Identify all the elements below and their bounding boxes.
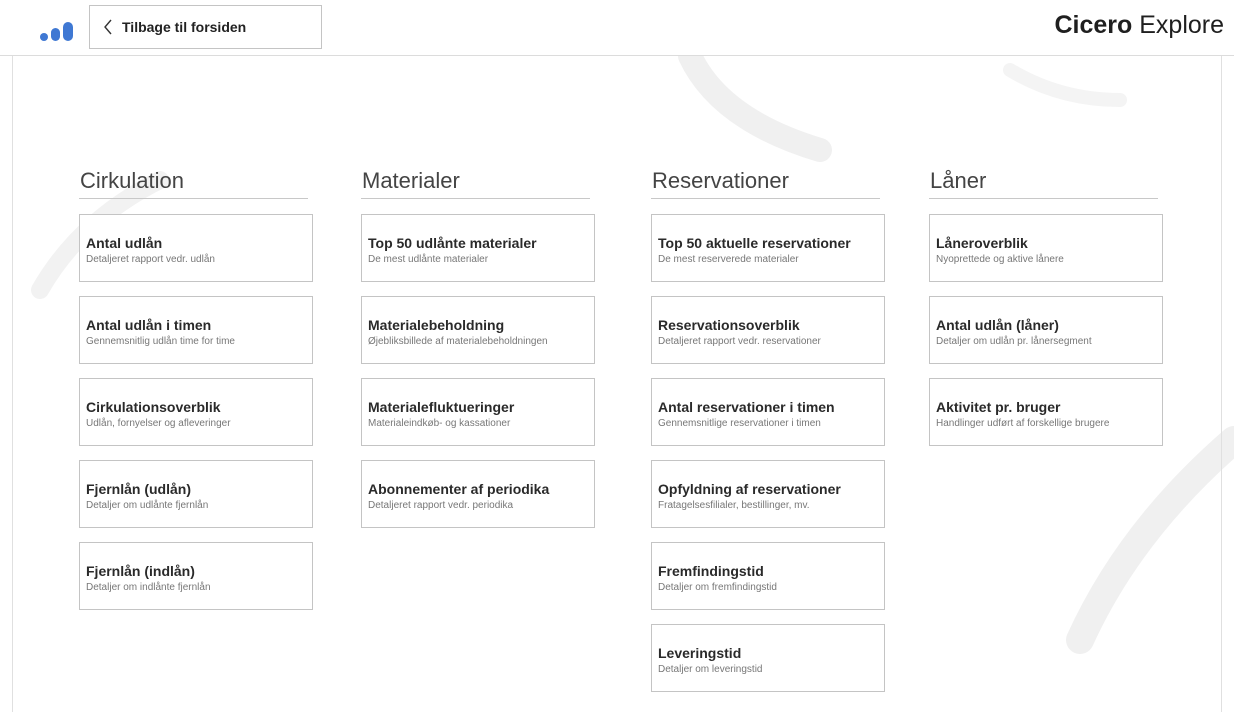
- report-card-title: Opfyldning af reservationer: [658, 481, 841, 497]
- report-card[interactable]: Cirkulationsoverblik Udlån, fornyelser og…: [79, 378, 313, 446]
- report-card[interactable]: Top 50 aktuelle reservationer De mest res…: [651, 214, 885, 282]
- report-card-description: Gennemsnitlige reservationer i timen: [658, 418, 821, 429]
- report-card-description: De mest reserverede materialer: [658, 254, 799, 265]
- report-menu: Cirkulation Antal udlån Detaljeret rappor…: [0, 0, 1234, 712]
- report-card[interactable]: Materialefluktueringer Materialeindkøb- o…: [361, 378, 595, 446]
- report-card[interactable]: Låneroverblik Nyoprettede og aktive låner…: [929, 214, 1163, 282]
- brand-logo: Cicero Explore: [1054, 11, 1224, 39]
- report-card-description: Handlinger udført af forskellige brugere: [936, 418, 1110, 429]
- report-card-description: Gennemsnitlig udlån time for time: [86, 336, 235, 347]
- report-card-title: Reservationsoverblik: [658, 317, 800, 333]
- chevron-left-icon: [94, 19, 122, 35]
- report-card[interactable]: Top 50 udlånte materialer De mest udlånte…: [361, 214, 595, 282]
- bar-chart-icon[interactable]: [40, 21, 74, 41]
- top-bar: Tilbage til forsiden Cicero Explore: [0, 0, 1234, 56]
- report-card-title: Antal reservationer i timen: [658, 399, 835, 415]
- report-card-title: Materialebeholdning: [368, 317, 505, 333]
- report-card[interactable]: Antal reservationer i timen Gennemsnitlig…: [651, 378, 885, 446]
- report-card[interactable]: Fjernlån (udlån) Detaljer om udlånte fjer…: [79, 460, 313, 528]
- back-to-home-button[interactable]: Tilbage til forsiden: [89, 5, 322, 49]
- report-card-description: Detaljeret rapport vedr. reservationer: [658, 336, 821, 347]
- report-card-title: Antal udlån i timen: [86, 317, 212, 333]
- back-button-label: Tilbage til forsiden: [122, 19, 247, 35]
- report-card[interactable]: Reservationsoverblik Detaljeret rapport v…: [651, 296, 885, 364]
- report-card-description: Detaljer om udlånte fjernlån: [86, 500, 209, 511]
- report-card[interactable]: Antal udlån (låner) Detaljer om udlån pr.…: [929, 296, 1163, 364]
- report-card-description: Øjebliksbillede af materialebeholdningen: [368, 336, 548, 347]
- report-card-title: Top 50 udlånte materialer: [368, 235, 537, 251]
- card-list: Top 50 aktuelle reservationer De mest res…: [651, 214, 885, 692]
- card-list: Top 50 udlånte materialer De mest udlånte…: [361, 214, 595, 528]
- report-card[interactable]: Opfyldning af reservationer Fratagelsesfi…: [651, 460, 885, 528]
- report-card-description: Detaljer om leveringstid: [658, 664, 763, 675]
- column-title: Låner: [929, 168, 1158, 199]
- report-card-description: Fratagelsesfilialer, bestillinger, mv.: [658, 500, 810, 511]
- report-card-title: Fjernlån (udlån): [86, 481, 191, 497]
- report-card[interactable]: Materialebeholdning Øjebliksbillede af ma…: [361, 296, 595, 364]
- report-card[interactable]: Fremfindingstid Detaljer om fremfindingst…: [651, 542, 885, 610]
- column-title: Materialer: [361, 168, 590, 199]
- report-card-title: Antal udlån: [86, 235, 163, 251]
- report-card-description: Nyoprettede og aktive lånere: [936, 254, 1064, 265]
- column-materialer: Materialer Top 50 udlånte materialer De m…: [361, 168, 595, 542]
- report-card-title: Aktivitet pr. bruger: [936, 399, 1061, 415]
- report-card-description: Detaljer om fremfindingstid: [658, 582, 777, 593]
- report-card-description: Detaljer om indlånte fjernlån: [86, 582, 211, 593]
- report-card-description: Detaljeret rapport vedr. udlån: [86, 254, 215, 265]
- card-list: Antal udlån Detaljeret rapport vedr. udlå…: [79, 214, 313, 610]
- report-card-title: Leveringstid: [658, 645, 742, 661]
- column-reservationer: Reservationer Top 50 aktuelle reservatio…: [651, 168, 885, 706]
- report-card-description: Udlån, fornyelser og afleveringer: [86, 418, 231, 429]
- report-card-description: Detaljeret rapport vedr. periodika: [368, 500, 514, 511]
- report-card-title: Cirkulationsoverblik: [86, 399, 221, 415]
- column-cirkulation: Cirkulation Antal udlån Detaljeret rappor…: [79, 168, 313, 624]
- report-card[interactable]: Fjernlån (indlån) Detaljer om indlånte fj…: [79, 542, 313, 610]
- report-card[interactable]: Leveringstid Detaljer om leveringstid: [651, 624, 885, 692]
- report-card-title: Materialefluktueringer: [368, 399, 515, 415]
- column-title: Cirkulation: [79, 168, 308, 199]
- report-card[interactable]: Antal udlån i timen Gennemsnitlig udlån t…: [79, 296, 313, 364]
- card-list: Låneroverblik Nyoprettede og aktive låner…: [929, 214, 1163, 446]
- column-laaner: Låner Låneroverblik Nyoprettede og aktive…: [929, 168, 1163, 460]
- report-card-description: De mest udlånte materialer: [368, 254, 489, 265]
- report-card-title: Fjernlån (indlån): [86, 563, 195, 579]
- report-card-title: Top 50 aktuelle reservationer: [658, 235, 851, 251]
- report-card-title: Abonnementer af periodika: [368, 481, 550, 497]
- report-card-title: Antal udlån (låner): [936, 317, 1059, 333]
- report-card[interactable]: Abonnementer af periodika Detaljeret rapp…: [361, 460, 595, 528]
- report-card[interactable]: Aktivitet pr. bruger Handlinger udført af…: [929, 378, 1163, 446]
- report-card-title: Låneroverblik: [936, 235, 1028, 251]
- column-title: Reservationer: [651, 168, 880, 199]
- report-card-description: Materialeindkøb- og kassationer: [368, 418, 511, 429]
- report-card-title: Fremfindingstid: [658, 563, 764, 579]
- report-card[interactable]: Antal udlån Detaljeret rapport vedr. udlå…: [79, 214, 313, 282]
- report-card-description: Detaljer om udlån pr. lånersegment: [936, 336, 1092, 347]
